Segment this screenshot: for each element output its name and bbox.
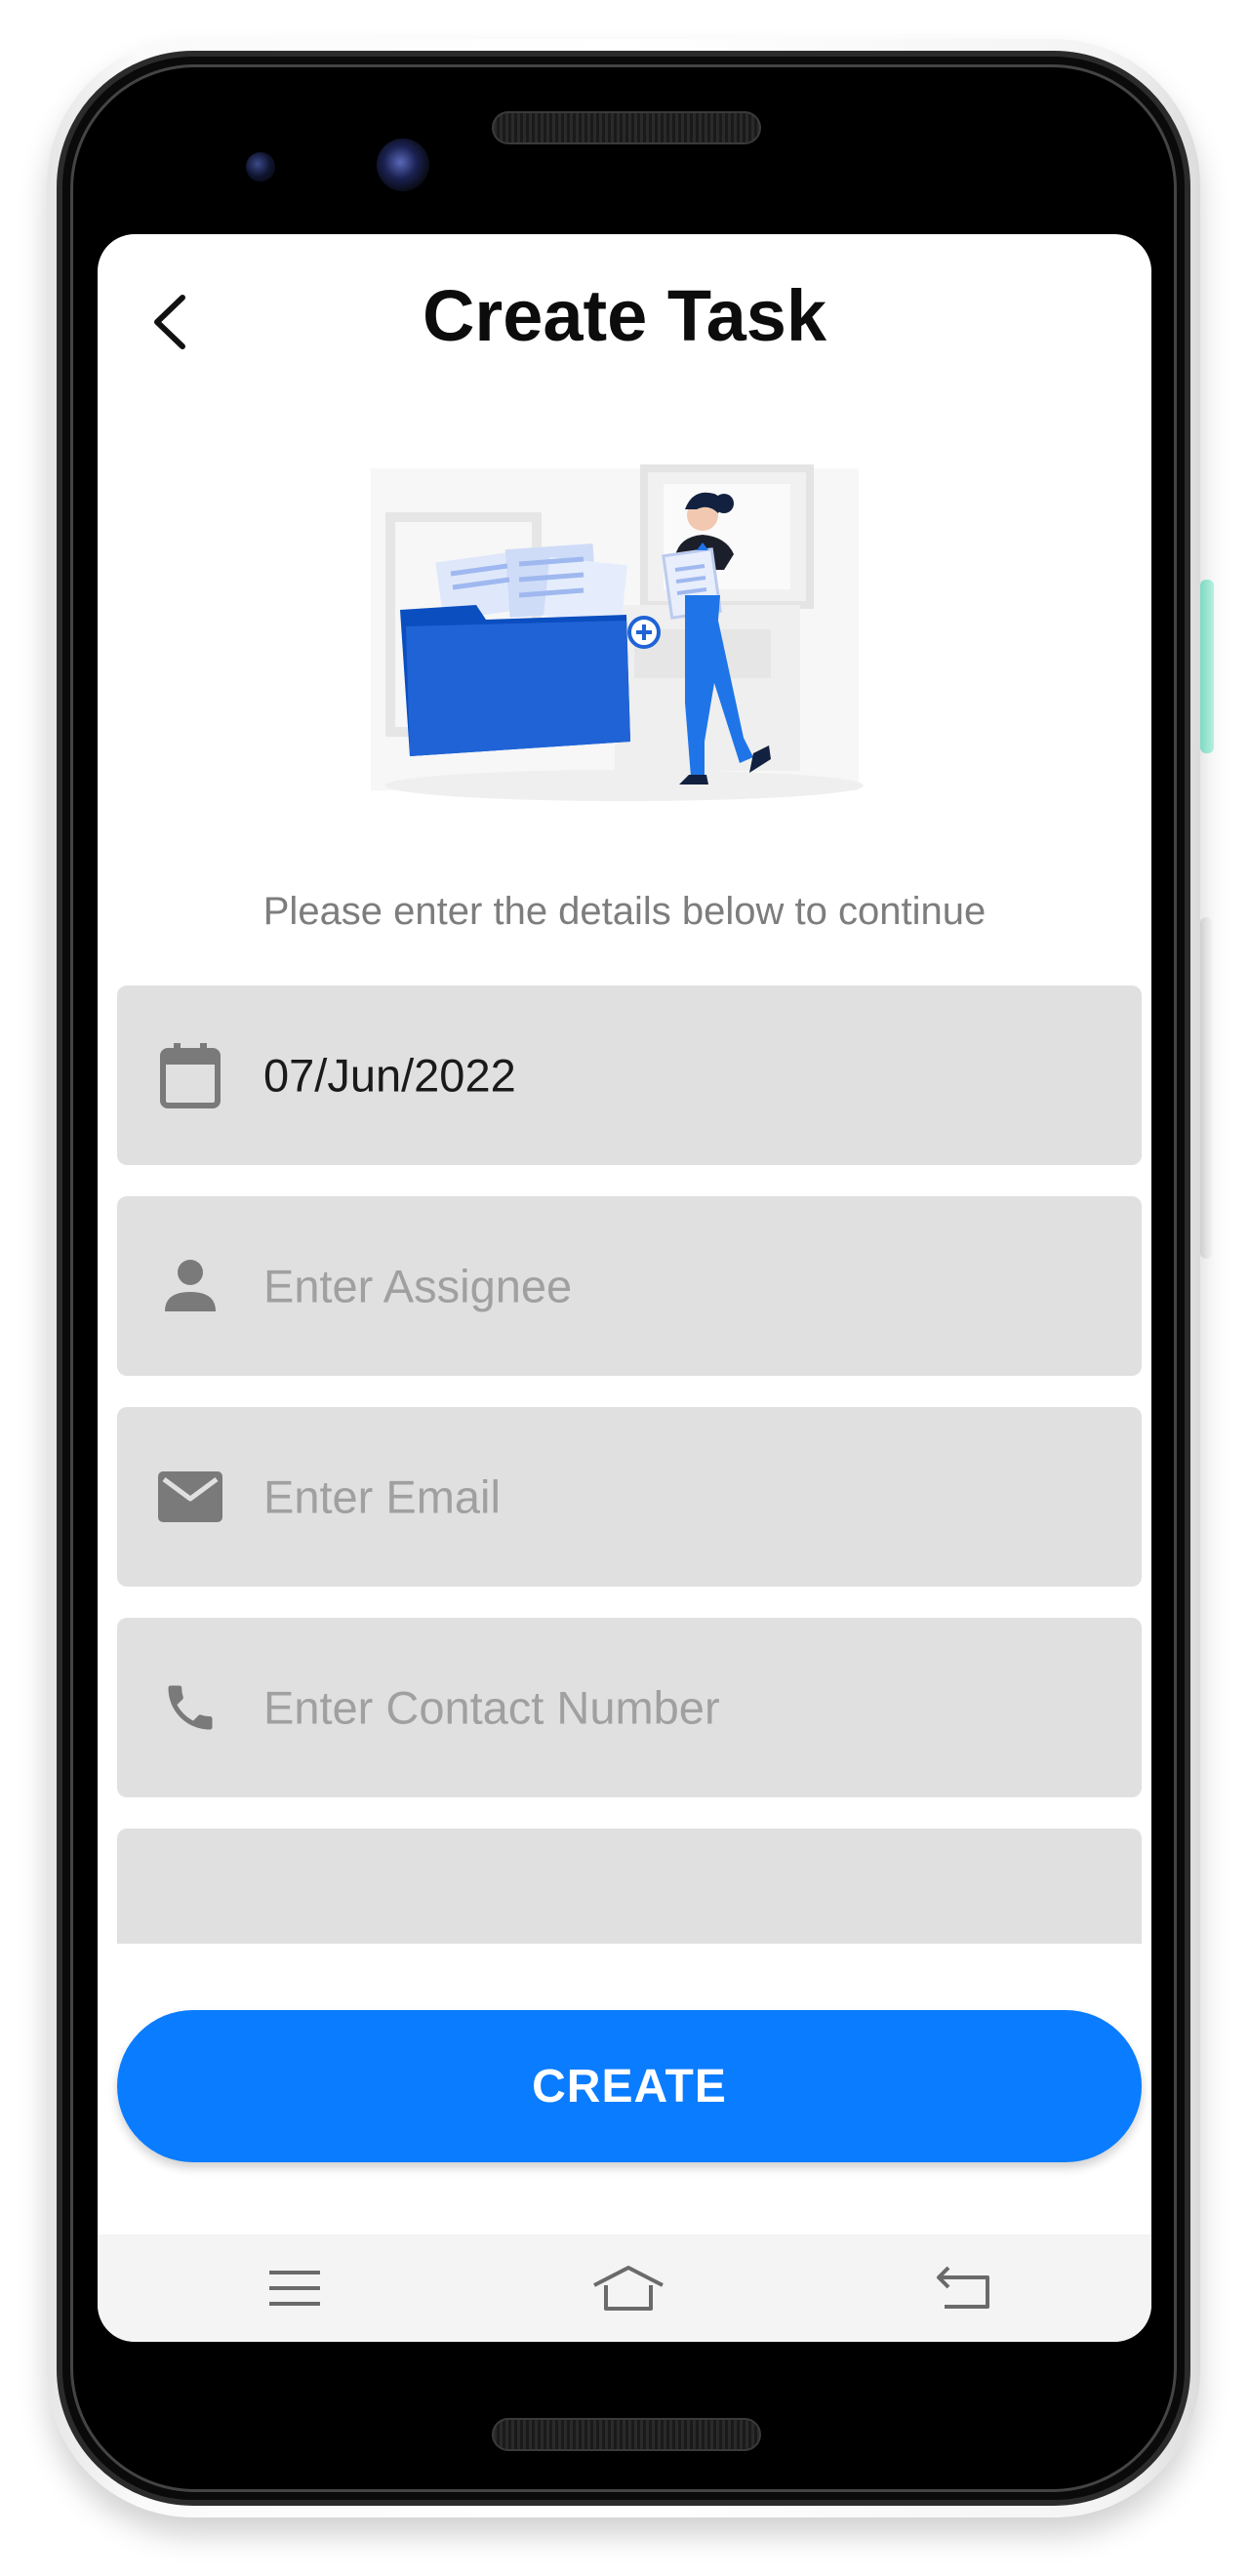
back-arrow-icon bbox=[937, 2266, 989, 2309]
nav-back-button[interactable] bbox=[915, 2254, 1013, 2322]
next-field-partial[interactable] bbox=[117, 1829, 1142, 1944]
speaker-grille-top bbox=[492, 111, 761, 144]
assignee-input[interactable] bbox=[263, 1259, 1103, 1313]
home-icon bbox=[593, 2266, 664, 2311]
instruction-text: Please enter the details below to contin… bbox=[262, 890, 987, 933]
mail-icon bbox=[156, 1463, 224, 1531]
system-nav-bar bbox=[98, 2234, 1151, 2342]
date-field[interactable]: 07/Jun/2022 bbox=[117, 986, 1142, 1165]
header: Create Task bbox=[98, 234, 1151, 410]
contact-input[interactable] bbox=[263, 1680, 1103, 1735]
sensor-icon bbox=[246, 152, 275, 181]
assignee-field[interactable] bbox=[117, 1196, 1142, 1376]
side-button-power bbox=[1200, 580, 1214, 753]
create-button[interactable]: CREATE bbox=[117, 2010, 1142, 2162]
side-button-volume bbox=[1200, 917, 1212, 1259]
front-camera-icon bbox=[377, 139, 429, 191]
page-title: Create Task bbox=[422, 275, 827, 356]
email-input[interactable] bbox=[263, 1469, 1103, 1524]
person-icon bbox=[156, 1252, 224, 1320]
menu-icon bbox=[269, 2271, 320, 2306]
speaker-grille-bottom bbox=[492, 2418, 761, 2451]
folder-documents-illustration bbox=[371, 449, 878, 829]
app-screen: Create Task Please enter the details bel… bbox=[98, 234, 1151, 2342]
date-value: 07/Jun/2022 bbox=[263, 1049, 516, 1102]
stage: Create Task Please enter the details bel… bbox=[0, 0, 1249, 2576]
nav-menu-button[interactable] bbox=[246, 2254, 343, 2322]
calendar-icon bbox=[156, 1041, 224, 1109]
nav-home-button[interactable] bbox=[580, 2254, 677, 2322]
email-field[interactable] bbox=[117, 1407, 1142, 1587]
contact-field[interactable] bbox=[117, 1618, 1142, 1797]
phone-icon bbox=[156, 1673, 224, 1742]
